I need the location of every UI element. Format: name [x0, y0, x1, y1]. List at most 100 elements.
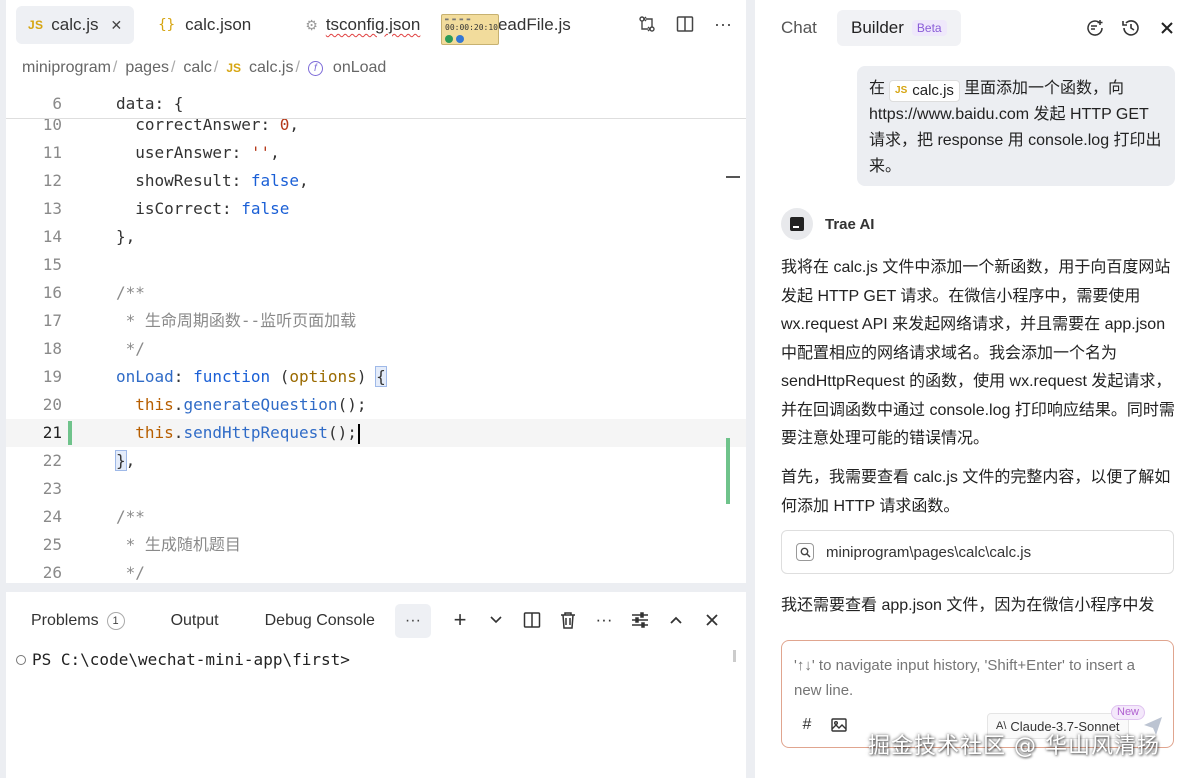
breadcrumb: miniprogram / pages / calc / JS calc.js / f … — [22, 56, 386, 80]
line-number: 13 — [42, 199, 62, 218]
line-number: 21 — [42, 423, 62, 442]
code-line[interactable]: 12 showResult: false, — [6, 167, 746, 195]
chat-input[interactable] — [794, 653, 1166, 705]
code-text: }, — [115, 450, 136, 471]
breadcrumb-item[interactable]: calc — [183, 59, 211, 77]
code-line[interactable]: 25 * 生成随机题目 — [6, 531, 746, 559]
code-line[interactable]: 19 onLoad: function (options) { — [6, 363, 746, 391]
line-number: 11 — [42, 143, 62, 162]
tab-calc-js[interactable]: JS calc.js ✕ — [16, 6, 135, 44]
code-line[interactable]: 13 isCorrect: false — [6, 195, 746, 223]
chevron-down-icon[interactable] — [486, 608, 506, 632]
code-text: this.sendHttpRequest(); — [116, 419, 360, 447]
close-icon[interactable]: ✕ — [111, 17, 123, 34]
overview-ruler-mark — [726, 176, 740, 178]
panel-tabs: Problems 1 Output Debug Console ··· — [6, 604, 431, 638]
function-symbol-icon: f — [307, 60, 323, 76]
file-chip-label: calc.js — [912, 82, 954, 99]
clock-time: 00:00:20:10 — [445, 23, 498, 32]
hash-context-icon[interactable]: # — [798, 715, 816, 735]
code-line[interactable]: 20 this.generateQuestion(); — [6, 391, 746, 419]
code-line[interactable]: 15 — [6, 251, 746, 279]
code-line[interactable]: 23 — [6, 475, 746, 503]
breadcrumb-item[interactable]: miniprogram — [22, 59, 111, 77]
line-number: 26 — [42, 563, 62, 582]
line-number: 12 — [42, 171, 62, 190]
breadcrumb-item[interactable]: calc.js — [249, 59, 293, 77]
code-editor[interactable]: 6 data: {10 correctAnswer: 0, 11 userAnswe… — [6, 90, 746, 583]
breadcrumb-item[interactable]: onLoad — [333, 59, 386, 77]
tab-label: readFile.js — [492, 15, 571, 34]
chat-actions — [1084, 16, 1178, 40]
compare-changes-icon[interactable] — [636, 12, 658, 36]
tab-label: Problems — [31, 612, 99, 629]
code-line[interactable]: 26 */ — [6, 559, 746, 583]
gear-icon: ⚙ — [305, 16, 318, 33]
input-tools: # — [798, 715, 848, 735]
ai-name: Trae AI — [825, 215, 875, 233]
image-upload-icon[interactable] — [830, 715, 848, 735]
breadcrumb-item[interactable]: pages — [125, 59, 169, 77]
trash-icon[interactable] — [558, 608, 578, 632]
code-line[interactable]: 16 /** — [6, 279, 746, 307]
code-line[interactable]: 11 userAnswer: '', — [6, 139, 746, 167]
line-number: 17 — [42, 311, 62, 330]
line-number: 24 — [42, 507, 62, 526]
line-number: 19 — [42, 367, 62, 386]
split-terminal-icon[interactable] — [522, 608, 542, 632]
more-tabs-button[interactable]: ··· — [394, 604, 431, 638]
file-chip[interactable]: JS calc.js — [889, 80, 960, 102]
more-actions-icon[interactable]: ··· — [594, 608, 614, 632]
tab-label: tsconfig.json — [325, 15, 421, 34]
line-number: 25 — [42, 535, 62, 554]
split-editor-icon[interactable] — [674, 12, 696, 36]
breadcrumb-separator: / — [295, 59, 300, 76]
trae-logo-icon — [790, 217, 804, 231]
close-icon[interactable] — [1156, 16, 1178, 40]
code-line[interactable]: 21 this.sendHttpRequest(); — [6, 419, 746, 447]
close-icon[interactable] — [702, 608, 722, 632]
tab-calc-json[interactable]: {} calc.json — [148, 6, 261, 44]
search-icon — [796, 543, 814, 561]
tab-actions: ··· — [636, 12, 734, 36]
code-text: userAnswer: '', — [116, 143, 280, 162]
add-terminal-icon[interactable]: + — [450, 607, 470, 632]
code-line[interactable]: 17 * 生命周期函数--监听页面加载 — [6, 307, 746, 335]
tab-debug-console[interactable]: Debug Console — [265, 612, 375, 630]
code-line[interactable]: 24 /** — [6, 503, 746, 531]
tab-readfile-js[interactable]: readFile.js — [492, 6, 580, 44]
ai-avatar — [781, 208, 813, 240]
terminal-scrollbar[interactable] — [733, 650, 736, 662]
code-line[interactable]: 22}, — [6, 447, 746, 475]
history-icon[interactable] — [1120, 16, 1142, 40]
settings-sliders-icon[interactable] — [630, 608, 650, 632]
ai-message-paragraph: 我将在 calc.js 文件中添加一个新函数，用于向百度网站发起 HTTP GE… — [781, 259, 1175, 447]
problems-count-badge: 1 — [106, 612, 125, 630]
message-text: 在 — [869, 80, 886, 97]
line-number: 15 — [42, 255, 62, 274]
code-text: showResult: false, — [116, 171, 309, 190]
terminal-prompt[interactable]: PS C:\code\wechat-mini-app\first> — [16, 650, 350, 669]
beta-badge: Beta — [911, 20, 947, 36]
tab-builder[interactable]: Builder Beta — [837, 10, 961, 46]
tab-output[interactable]: Output — [171, 612, 219, 630]
tab-label: Output — [170, 612, 219, 629]
code-line[interactable]: 6 data: { — [6, 90, 746, 118]
code-text: isCorrect: false — [116, 199, 290, 218]
tab-chat[interactable]: Chat — [781, 18, 817, 38]
code-line[interactable]: 18 */ — [6, 335, 746, 363]
new-chat-icon[interactable] — [1084, 16, 1106, 40]
file-reference-card[interactable]: miniprogram\pages\calc\calc.js — [781, 530, 1174, 574]
code-text: }, — [116, 227, 136, 246]
code-text: /** — [116, 507, 145, 526]
tab-tsconfig-json[interactable]: ⚙ tsconfig.json — [295, 6, 430, 44]
watermark: 掘金技术社区 @ 华山风清扬 — [868, 734, 1160, 759]
more-actions-icon[interactable]: ··· — [712, 12, 734, 36]
chevron-up-icon[interactable] — [666, 608, 686, 632]
code-line[interactable]: 14}, — [6, 223, 746, 251]
tab-problems[interactable]: Problems 1 — [31, 612, 125, 630]
code-text: data: { — [116, 94, 184, 113]
line-number: 22 — [42, 451, 62, 470]
ai-chat-panel: Chat Builder Beta 在 JS calc.js 里面添加一个函数，向 h… — [755, 0, 1200, 778]
js-file-icon: JS — [28, 18, 44, 32]
